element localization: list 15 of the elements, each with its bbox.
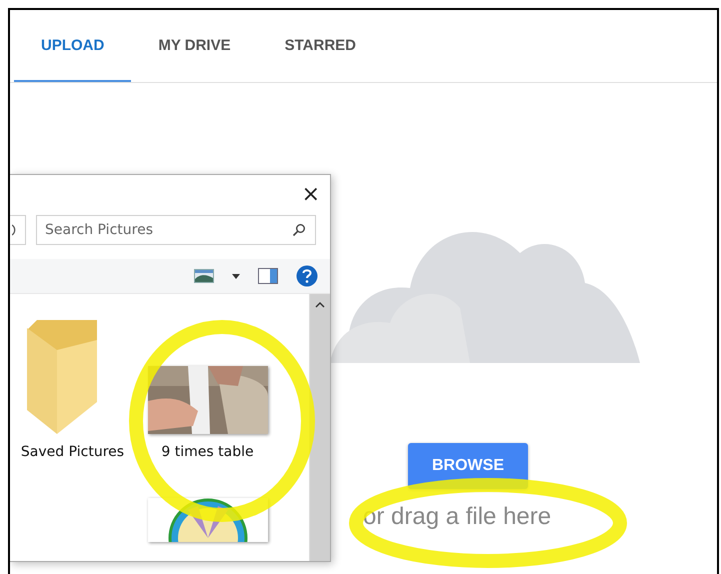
search-icon[interactable] (292, 223, 306, 237)
tab[interactable]: STARRED (258, 10, 383, 82)
file-name[interactable]: 9 times table (161, 444, 254, 460)
close-button[interactable]: × (292, 182, 330, 206)
file-name[interactable]: Saved Pictures (20, 444, 124, 460)
caret-icon[interactable] (232, 274, 240, 278)
pane-icon[interactable] (258, 268, 278, 284)
help-icon[interactable] (296, 265, 318, 287)
address-field[interactable] (10, 215, 26, 245)
scroll-up-icon[interactable] (315, 302, 325, 308)
tab[interactable]: MY DRIVE (131, 10, 258, 82)
image-icon[interactable] (194, 269, 214, 283)
tab[interactable]: UPLOAD (14, 10, 132, 82)
search-field[interactable]: Search Pictures (36, 215, 316, 245)
drag-hint: or drag a file here (363, 503, 552, 531)
